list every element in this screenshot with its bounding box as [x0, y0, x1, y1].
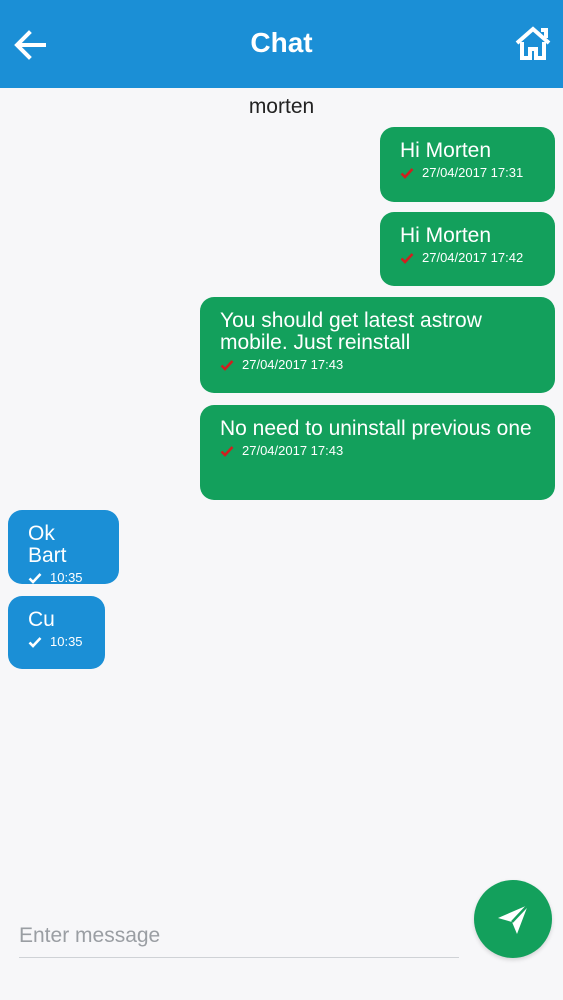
message-text: No need to uninstall previous one	[220, 417, 532, 440]
message-bubble-incoming[interactable]: Cu 10:35	[8, 596, 105, 669]
check-icon	[400, 252, 414, 264]
message-input[interactable]	[19, 918, 459, 954]
check-icon	[220, 445, 234, 457]
check-icon	[400, 167, 414, 179]
check-icon	[220, 359, 234, 371]
message-text: You should get latest astrow mobile. Jus…	[220, 309, 482, 354]
home-button[interactable]	[513, 24, 553, 62]
message-timestamp: 10:35	[50, 570, 83, 585]
message-text: Hi Morten	[400, 139, 492, 162]
message-bubble-outgoing[interactable]: Hi Morten 27/04/2017 17:31	[380, 127, 555, 202]
message-timestamp: 27/04/2017 17:31	[422, 165, 524, 180]
message-timestamp: 10:35	[50, 634, 83, 649]
chat-screen: Chat morten Hi Morten 27/04/2017 17:31 H…	[0, 0, 563, 1000]
message-text: Ok Bart	[28, 522, 67, 567]
message-text: Hi Morten	[400, 224, 492, 247]
message-timestamp: 27/04/2017 17:42	[422, 250, 524, 265]
app-bar: Chat	[0, 0, 563, 88]
message-text: Cu	[28, 608, 55, 631]
message-bubble-outgoing[interactable]: Hi Morten 27/04/2017 17:42	[380, 212, 555, 286]
page-title: Chat	[250, 27, 313, 58]
message-timestamp: 27/04/2017 17:43	[242, 443, 344, 458]
message-bubble-outgoing[interactable]: No need to uninstall previous one 27/04/…	[200, 405, 555, 500]
contact-name: morten	[248, 95, 315, 118]
check-icon	[28, 636, 42, 648]
message-input-container	[19, 918, 459, 958]
send-button[interactable]	[474, 880, 552, 958]
message-bubble-outgoing[interactable]: You should get latest astrow mobile. Jus…	[200, 297, 555, 393]
message-timestamp: 27/04/2017 17:43	[242, 357, 344, 372]
home-icon	[515, 26, 551, 60]
check-icon	[28, 572, 42, 584]
send-icon	[498, 904, 529, 934]
message-bubble-incoming[interactable]: Ok Bart 10:35	[8, 510, 119, 585]
